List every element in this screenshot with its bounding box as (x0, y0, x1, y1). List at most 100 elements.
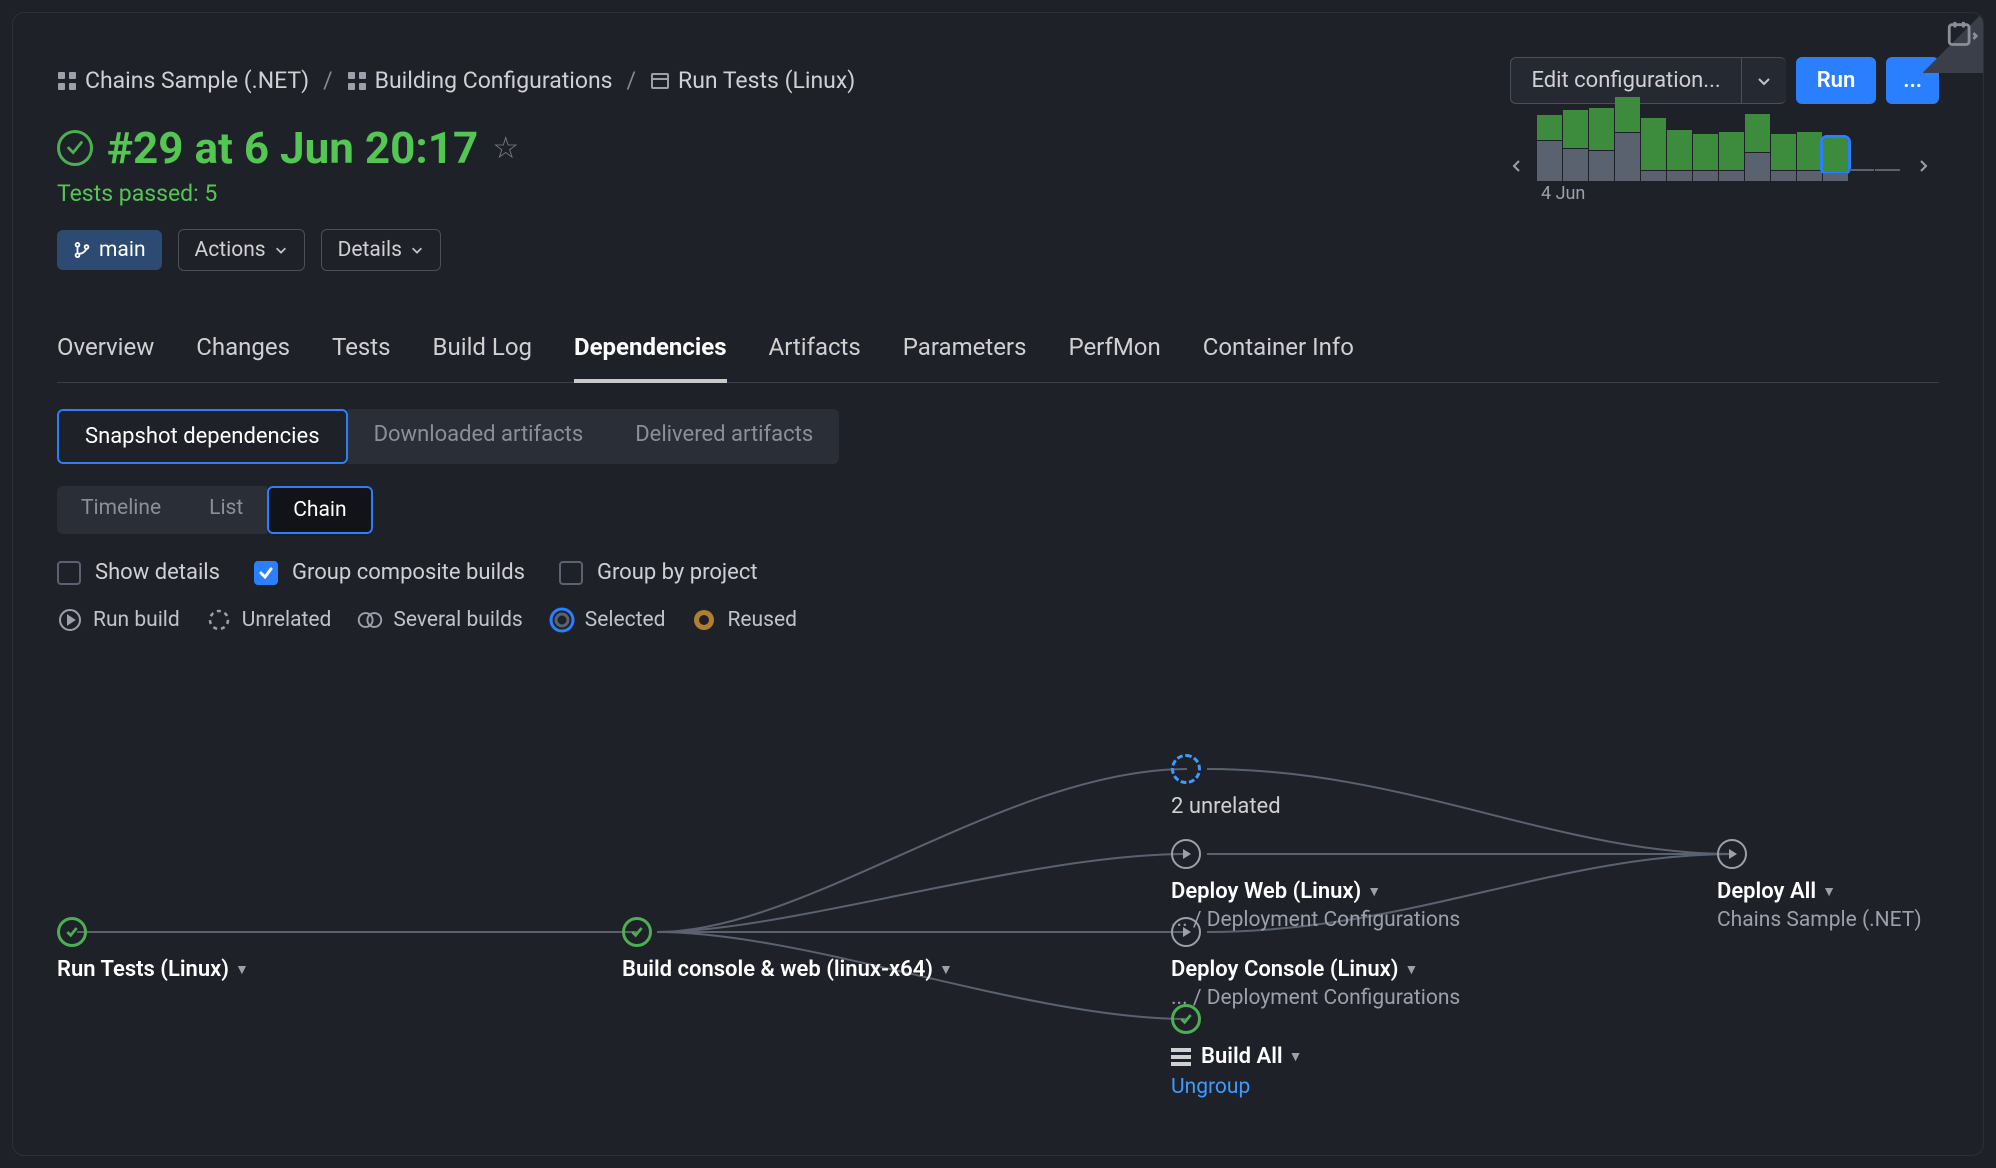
breadcrumb-item-0[interactable]: Chains Sample (.NET) (57, 67, 309, 94)
breadcrumb-separator: / (627, 67, 637, 94)
trends-bar[interactable] (1641, 118, 1666, 181)
group-composite-checkbox[interactable] (254, 561, 278, 585)
play-icon (57, 607, 83, 633)
viewtab-list[interactable]: List (185, 486, 267, 534)
success-icon (1171, 1004, 1201, 1034)
chain-node-run-tests[interactable]: Run Tests (Linux) ▼ (57, 917, 249, 982)
trends-bar[interactable] (1849, 169, 1874, 181)
project-icon (57, 71, 77, 91)
legend-selected: Selected (549, 607, 666, 633)
breadcrumb-separator: / (323, 67, 333, 94)
success-icon (57, 917, 87, 947)
tab-build-log[interactable]: Build Log (433, 333, 532, 382)
legend-several: Several builds (357, 607, 522, 633)
tab-parameters[interactable]: Parameters (903, 333, 1027, 382)
play-icon[interactable] (1171, 917, 1201, 947)
several-icon (357, 607, 383, 633)
trends-bar[interactable] (1823, 138, 1848, 181)
play-icon[interactable] (1717, 839, 1747, 869)
group-project-checkbox[interactable] (559, 561, 583, 585)
trends-bar[interactable] (1615, 97, 1640, 181)
trends-bar[interactable] (1537, 115, 1562, 181)
branch-pill[interactable]: main (57, 230, 162, 270)
node-title: Deploy Console (Linux) (1171, 957, 1399, 982)
ungroup-link[interactable]: Ungroup (1171, 1075, 1303, 1099)
legend-label: Reused (727, 608, 796, 632)
unrelated-icon (1171, 754, 1201, 784)
tab-perfmon[interactable]: PerfMon (1068, 333, 1160, 382)
edit-configuration-label: Edit configuration... (1531, 68, 1720, 93)
branch-label: main (99, 238, 146, 262)
run-label: Run (1817, 68, 1856, 93)
node-title: Deploy All (1717, 879, 1816, 904)
trends-next-button[interactable] (1911, 154, 1935, 178)
tab-container-info[interactable]: Container Info (1203, 333, 1354, 382)
favorite-star-icon[interactable]: ☆ (492, 131, 519, 166)
tab-changes[interactable]: Changes (196, 333, 290, 382)
trends-bar[interactable] (1745, 114, 1770, 181)
breadcrumb-label: Chains Sample (.NET) (85, 67, 309, 94)
breadcrumb-label: Run Tests (Linux) (678, 67, 855, 94)
chevron-down-icon[interactable]: ▼ (1822, 883, 1836, 900)
config-icon (650, 71, 670, 91)
chevron-down-icon[interactable]: ▼ (235, 961, 249, 978)
breadcrumb-item-2[interactable]: Run Tests (Linux) (650, 67, 855, 94)
breadcrumb-item-1[interactable]: Building Configurations (347, 67, 613, 94)
trends-bar[interactable] (1667, 130, 1692, 181)
subtab-downloaded-artifacts[interactable]: Downloaded artifacts (348, 409, 610, 464)
node-title: Deploy Web (Linux) (1171, 879, 1361, 904)
group-composite-label: Group composite builds (292, 560, 525, 585)
trends-bar[interactable] (1797, 132, 1822, 181)
details-dropdown[interactable]: Details (321, 229, 441, 271)
legend-run-build: Run build (57, 607, 180, 633)
dependencies-subtabs: Snapshot dependenciesDownloaded artifact… (57, 409, 839, 464)
chain-node-deploy-console[interactable]: Deploy Console (Linux) ▼ ... / Deploymen… (1171, 917, 1460, 1010)
chevron-down-icon[interactable]: ▼ (939, 961, 953, 978)
tab-tests[interactable]: Tests (332, 333, 391, 382)
trends-bar[interactable] (1589, 108, 1614, 181)
tab-artifacts[interactable]: Artifacts (769, 333, 861, 382)
trends-bar[interactable] (1875, 169, 1900, 181)
chain-node-unrelated[interactable]: 2 unrelated (1171, 754, 1281, 819)
chain-graph: Run Tests (Linux) ▼ Build console & web … (57, 689, 1939, 1156)
legend-reused: Reused (691, 607, 796, 633)
trends-chart: 4 Jun (1505, 111, 1935, 221)
show-details-checkbox[interactable] (57, 561, 81, 585)
build-title: #29 at 6 Jun 20:17 (107, 122, 478, 174)
trends-bar[interactable] (1693, 134, 1718, 181)
success-icon (57, 130, 93, 166)
breadcrumb: Chains Sample (.NET) / Building Configur… (57, 67, 855, 94)
chain-node-build-console[interactable]: Build console & web (linux-x64) ▼ (622, 917, 953, 982)
legend-label: Selected (585, 608, 666, 632)
trends-prev-button[interactable] (1505, 154, 1529, 178)
edit-configuration-dropdown[interactable] (1741, 57, 1786, 104)
node-title: Build All (1201, 1044, 1283, 1069)
build-tabs: Overview Changes Tests Build Log Dependencie… (57, 333, 1939, 383)
play-icon[interactable] (1171, 839, 1201, 869)
trends-bar[interactable] (1719, 132, 1744, 181)
chain-node-deploy-all[interactable]: Deploy All ▼ Chains Sample (.NET) (1717, 839, 1922, 932)
legend-label: Several builds (393, 608, 522, 632)
legend-unrelated: Unrelated (206, 607, 332, 633)
tab-dependencies[interactable]: Dependencies (574, 333, 727, 383)
actions-dropdown[interactable]: Actions (178, 229, 305, 271)
chevron-down-icon[interactable]: ▼ (1405, 961, 1419, 978)
trends-bar[interactable] (1563, 110, 1588, 181)
chain-node-build-all[interactable]: Build All ▼ Ungroup (1171, 1004, 1303, 1099)
viewtab-timeline[interactable]: Timeline (57, 486, 185, 534)
trends-date-label: 4 Jun (1537, 183, 1585, 204)
more-label: ... (1903, 68, 1922, 93)
breadcrumb-label: Building Configurations (375, 67, 613, 94)
subtab-delivered-artifacts[interactable]: Delivered artifacts (609, 409, 839, 464)
subtab-snapshot-dependencies[interactable]: Snapshot dependencies (57, 409, 348, 464)
actions-label: Actions (195, 238, 266, 262)
chevron-down-icon[interactable]: ▼ (1367, 883, 1381, 900)
run-button[interactable]: Run (1796, 57, 1877, 104)
tab-overview[interactable]: Overview (57, 333, 154, 382)
view-tabs: TimelineListChain (57, 486, 373, 534)
chevron-down-icon[interactable]: ▼ (1289, 1048, 1303, 1065)
trends-bar[interactable] (1771, 134, 1796, 181)
viewtab-chain[interactable]: Chain (267, 486, 372, 534)
chain-legend: Run build Unrelated Several builds Selec… (57, 607, 1939, 633)
reused-icon (691, 607, 717, 633)
